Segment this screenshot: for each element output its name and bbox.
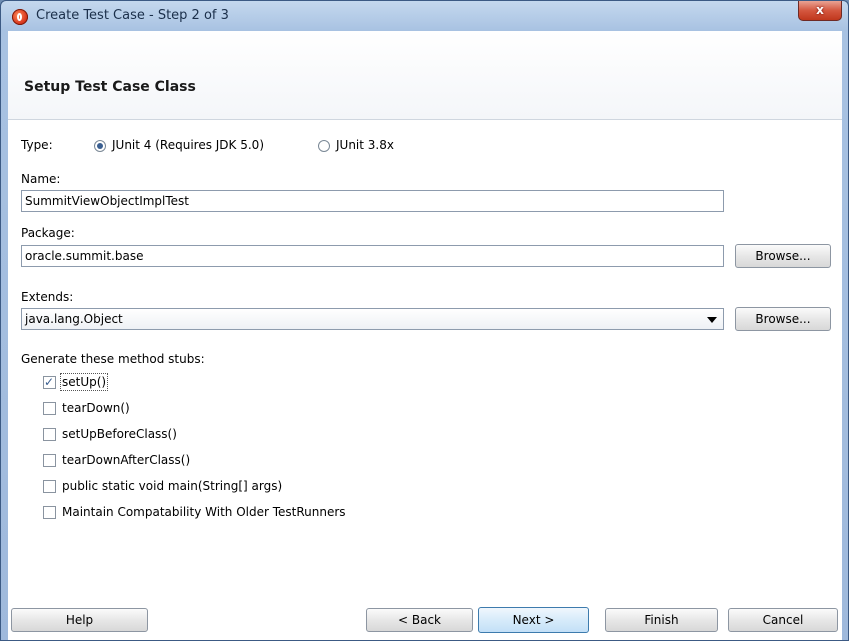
chevron-down-icon[interactable] [707,317,717,323]
window-title: Create Test Case - Step 2 of 3 [36,8,229,23]
junit4-radio[interactable] [94,140,106,152]
name-field[interactable] [21,190,724,212]
back-button[interactable]: < Back [366,608,473,632]
junit38-radio[interactable] [318,140,330,152]
name-label: Name: [21,172,61,186]
step-header: Setup Test Case Class [8,31,842,120]
cancel-button[interactable]: Cancel [728,608,838,632]
junit4-label[interactable]: JUnit 4 (Requires JDK 5.0) [112,138,264,152]
package-field[interactable] [21,245,724,267]
main-method-label[interactable]: public static void main(String[] args) [62,479,282,493]
finish-button[interactable]: Finish [605,608,718,632]
setup-label[interactable]: setUp() [59,373,109,391]
setup-before-class-checkbox[interactable] [43,428,56,441]
oracle-jdeveloper-icon [12,9,28,25]
form-panel: Type: JUnit 4 (Requires JDK 5.0) JUnit 3… [8,120,842,590]
next-button[interactable]: Next > [478,607,589,633]
package-browse-button[interactable]: Browse... [735,244,831,268]
package-label: Package: [21,226,75,240]
stubs-label: Generate these method stubs: [21,352,205,366]
teardown-after-class-checkbox[interactable] [43,454,56,467]
setup-before-class-label[interactable]: setUpBeforeClass() [62,427,177,441]
dialog-client-area: Setup Test Case Class Type: JUnit 4 (Req… [8,31,842,640]
teardown-after-class-label[interactable]: tearDownAfterClass() [62,453,190,467]
compatibility-checkbox[interactable] [43,506,56,519]
extends-browse-button[interactable]: Browse... [735,307,831,331]
teardown-checkbox[interactable] [43,402,56,415]
button-bar: Help < Back Next > Finish Cancel [8,590,842,640]
page-title: Setup Test Case Class [24,79,196,95]
teardown-label[interactable]: tearDown() [62,401,130,415]
setup-checkbox[interactable]: ✓ [43,375,56,389]
extends-value: java.lang.Object [25,312,123,326]
extends-combobox[interactable]: java.lang.Object [21,308,724,330]
compatibility-label[interactable]: Maintain Compatability With Older TestRu… [62,505,346,519]
type-label: Type: [21,138,53,152]
dialog-window: Create Test Case - Step 2 of 3 x Setup T… [0,0,849,641]
close-button[interactable]: x [798,1,842,21]
checkmark-icon: ✓ [44,375,55,389]
extends-label: Extends: [21,290,74,304]
main-method-checkbox[interactable] [43,480,56,493]
help-button[interactable]: Help [11,608,148,632]
title-bar[interactable]: Create Test Case - Step 2 of 3 x [1,1,848,31]
junit38-label[interactable]: JUnit 3.8x [336,138,394,152]
